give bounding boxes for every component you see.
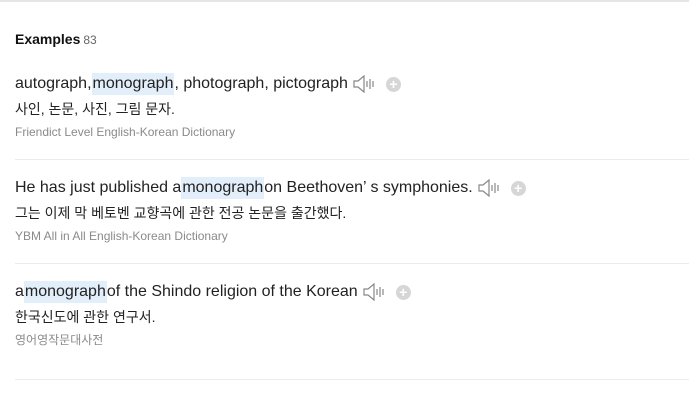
- add-to-wordbook-button[interactable]: +: [510, 180, 526, 196]
- sentence-text: a: [15, 283, 24, 300]
- examples-count: 83: [83, 33, 97, 47]
- speaker-icon[interactable]: [353, 75, 377, 93]
- sentence-text: of the Shindo religion of the Korean: [106, 283, 358, 300]
- sentence-text: He has just published a: [15, 179, 182, 196]
- speaker-icon[interactable]: [478, 179, 502, 197]
- example-item: He has just published a monograph on Bee…: [15, 177, 689, 244]
- example-divider: [15, 379, 689, 380]
- highlighted-keyword[interactable]: monograph: [91, 73, 175, 95]
- example-sentence: a monograph of the Shindo religion of th…: [15, 281, 689, 303]
- example-divider: [15, 263, 689, 264]
- speaker-icon[interactable]: [363, 283, 387, 301]
- example-divider: [15, 159, 689, 160]
- translation-text: 그는 이제 막 베토벤 교향곡에 관한 전공 논문을 출간했다.: [15, 205, 347, 221]
- add-to-wordbook-button[interactable]: +: [395, 284, 411, 300]
- example-sentence: He has just published a monograph on Bee…: [15, 177, 689, 199]
- source-label: Friendict Level English-Korean Dictionar…: [15, 125, 236, 139]
- top-divider: [0, 0, 689, 2]
- translation-text: 사인, 논문, 사진, 그림 문자.: [15, 101, 175, 117]
- sentence-text: on Beethoven’ s symphonies.: [264, 179, 473, 196]
- example-sentence: autograph, monograph, photograph, pictog…: [15, 73, 689, 95]
- sentence-text: autograph,: [15, 75, 92, 92]
- source-label: YBM All in All English-Korean Dictionary: [15, 229, 228, 243]
- sentence-text: , photograph, pictograph: [174, 75, 348, 92]
- section-title: Examples: [15, 31, 81, 47]
- translation-text: 한국신도에 관한 연구서.: [15, 309, 156, 325]
- source-label: 영어영작문대사전: [15, 333, 104, 347]
- example-item: a monograph of the Shindo religion of th…: [15, 281, 689, 348]
- highlighted-keyword[interactable]: monograph: [23, 281, 107, 303]
- examples-header: Examples 83: [15, 31, 97, 47]
- highlighted-keyword[interactable]: monograph: [181, 177, 265, 199]
- add-to-wordbook-button[interactable]: +: [385, 76, 401, 92]
- example-item: autograph, monograph, photograph, pictog…: [15, 73, 689, 140]
